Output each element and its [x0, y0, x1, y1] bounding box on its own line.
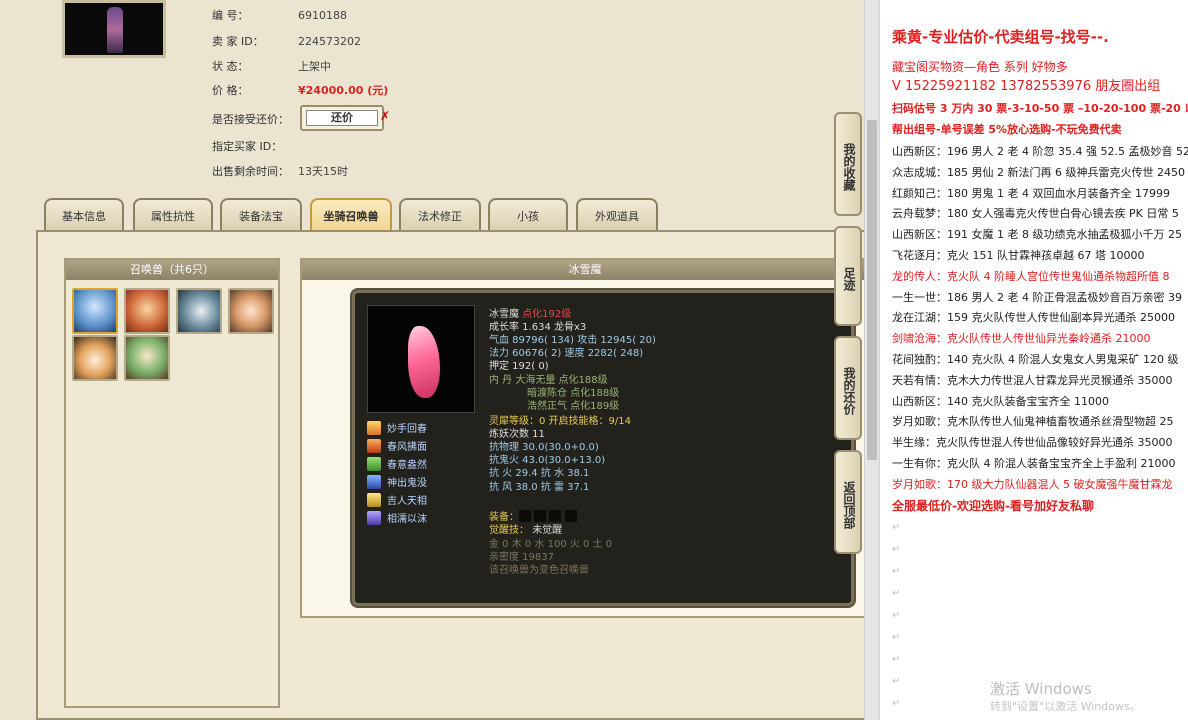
my-favorites-button[interactable]: 我的收藏: [834, 112, 862, 216]
designated-buyer: 指定买家 ID：: [212, 140, 283, 153]
skill-item[interactable]: 相濡以沫: [367, 511, 427, 528]
ad-list-item: 山西新区：140 克火队装备宝宝齐全 11000: [892, 394, 1109, 408]
ad-notes-panel: 乘黄-专业估价-代卖组号-找号--. 藏宝阁买物资—角色 系列 好物多 V 15…: [878, 0, 1188, 720]
remaining-time: 出售剩余时间： 13天15时: [212, 165, 348, 178]
bargain-label: 是否接受还价：: [212, 113, 289, 126]
scrollbar-thumb[interactable]: [867, 120, 877, 460]
skill-icon: [367, 493, 381, 507]
skill-item[interactable]: 吉人天相: [367, 493, 427, 510]
pet-res-fire-water: 抗 火 29.4 抗 水 38.1: [489, 468, 590, 479]
tab-child[interactable]: 小孩: [488, 198, 568, 232]
skill-item[interactable]: 春意盎然: [367, 457, 427, 474]
pet-thumb-3[interactable]: [176, 288, 222, 334]
listing-status: 状 态： 上架中: [212, 60, 331, 73]
windows-activation-hint: 转到"设置"以激活 Windows。: [990, 700, 1141, 713]
ad-list-item: 一生有你：克火队 4 阶混人装备宝宝齐全上手盈利 21000: [892, 457, 1176, 470]
pet-thumb-1[interactable]: [72, 288, 118, 334]
footprint-button[interactable]: 足迹: [834, 226, 862, 326]
skill-icon: [367, 511, 381, 525]
pet-thumb-5[interactable]: [72, 335, 118, 381]
pet-equip: 装备：: [489, 510, 577, 524]
pet-core-2: 暗渡陈仓 点化188级: [527, 388, 620, 399]
tab-equipment[interactable]: 装备法宝: [220, 198, 302, 232]
ad-list-item: 花间独酌：140 克火队 4 阶混人女鬼女人男鬼采矿 120 级: [892, 353, 1179, 366]
ad-price-line: 扫码估号 3 万内 30 票-3-10-50 票 –10-20-100 票-20…: [892, 102, 1188, 115]
pet-list-title: 召唤兽（共6只）: [66, 260, 278, 280]
ad-phone-line: V 15225921182 13782553976 朋友圈出组: [892, 79, 1161, 94]
pet-note: 该召唤兽为变色召唤兽: [489, 565, 589, 576]
pet-detail-title: 冰雪魔: [302, 260, 868, 280]
pet-name-line: 冰雪魔 点化192级: [489, 309, 572, 320]
ad-line-2: 藏宝阁买物资—角色 系列 好物多: [892, 60, 1068, 74]
seller-id: 卖 家 ID： 224573202: [212, 35, 361, 48]
skill-item[interactable]: 春风拂面: [367, 439, 427, 456]
ad-list-item: 天若有情：克木大力传世混人甘霖龙异光灵猴通杀 35000: [892, 373, 1173, 387]
close-icon: ✗: [379, 109, 390, 123]
listing-page: 编 号： 6910188 卖 家 ID： 224573202 状 态： 上架中 价 格…: [0, 0, 870, 720]
listing-number: 编 号： 6910188: [212, 9, 347, 22]
tab-attributes[interactable]: 属性抗性: [133, 198, 213, 232]
ad-headline: 乘黄-专业估价-代卖组号-找号--.: [892, 28, 1109, 46]
tab-spell-mods[interactable]: 法术修正: [399, 198, 481, 232]
ad-footer: 全服最低价-欢迎选购-看号加好友私聊: [892, 499, 1094, 513]
pet-growth: 成长率 1.634 龙骨x3: [489, 322, 587, 333]
ad-list-item: 山西新区：191 女魔 1 老 8 级功绩克水抽孟极狐小千万 25: [892, 228, 1182, 242]
pet-seal: 押定 192( 0): [489, 361, 549, 372]
pet-train-count: 炼妖次数 11: [489, 429, 545, 440]
pet-hp-attack: 气血 89796( 134) 攻击 12945( 20): [489, 335, 656, 346]
pet-spirit: 灵犀等级：0 开启技能格：9/14: [489, 416, 631, 427]
pet-res-wind-thunder: 抗 风 38.0 抗 雷 37.1: [489, 482, 590, 493]
pet-intimacy: 亲密度 19837: [489, 552, 554, 563]
bargain-button[interactable]: 还价 ✗: [300, 105, 390, 131]
ad-list-item: 众志成城：185 男仙 2 新法门再 6 级神兵雷克火传世 2450: [892, 165, 1185, 179]
pet-elements: 金 0 木 0 水 100 火 0 土 0: [489, 539, 613, 550]
my-bargains-button[interactable]: 我的还价: [834, 336, 862, 440]
pet-thumb-2[interactable]: [124, 288, 170, 334]
skill-item[interactable]: 神出鬼没: [367, 475, 427, 492]
back-to-top-button[interactable]: 返回顶部: [834, 450, 862, 554]
pet-res-physical: 抗物理 30.0(30.0+0.0): [489, 442, 599, 453]
page-scrollbar[interactable]: [864, 0, 878, 720]
tab-appearance[interactable]: 外观道具: [576, 198, 658, 232]
ad-list-item: 龙的传人：克火队 4 阶睡人宫位传世鬼仙通杀物超所值 8: [892, 269, 1170, 283]
ad-list-item: 云舟载梦：180 女人强毒克火传世白骨心镜去疾 PK 日常 5: [892, 207, 1179, 221]
skill-icon: [367, 457, 381, 471]
pet-mp-speed: 法力 60676( 2) 速度 2282( 248): [489, 348, 644, 359]
pet-info-card: 冰雪魔 点化192级 成长率 1.634 龙骨x3 气血 89796( 134)…: [352, 290, 854, 606]
ad-list-item: 半生缘：克火队传世混人传世仙品像较好异光通杀 35000: [892, 436, 1173, 450]
pet-core-1: 内 丹 大海无量 点化188级: [489, 375, 608, 386]
pet-core-3: 浩然正气 点化189级: [527, 401, 620, 412]
character-portrait: [62, 0, 166, 58]
skill-icon: [367, 421, 381, 435]
ad-service-line: 帮出组号-单号误差 5%放心选购-不玩免费代卖: [892, 123, 1122, 136]
ad-list-item: 飞花逐月：克火 151 队甘霖神孩卓越 67 塔 10000: [892, 249, 1145, 262]
pet-awaken: 觉醒技： 未觉醒: [489, 525, 563, 536]
ad-list-item: 岁月如歌：170 级大力队仙器混人 5 破女魔强牛魔甘霖龙: [892, 477, 1173, 491]
ad-list-item: 岁月如歌：克木队传世人仙鬼神植畜牧通杀丝滑型物超 25: [892, 415, 1174, 429]
windows-activation-title: 激活 Windows: [990, 680, 1092, 698]
ad-list-item: 剑啸沧海：克火队传世人传世仙异光秦岭通杀 21000: [892, 332, 1151, 346]
skill-icon: [367, 475, 381, 489]
pet-res-ghost-fire: 抗鬼火 43.0(30.0+13.0): [489, 455, 606, 466]
skill-icon: [367, 439, 381, 453]
ad-list-item: 一生一世：186 男人 2 老 4 阶正骨混孟极妙音百万亲密 39: [892, 290, 1182, 304]
tab-basic-info[interactable]: 基本信息: [44, 198, 124, 232]
ad-list-item: 红颜知己：180 男鬼 1 老 4 双回血水月装备齐全 17999: [892, 186, 1170, 200]
pet-thumb-4[interactable]: [228, 288, 274, 334]
ad-list-item: 龙在江湖：159 克火队传世人传世仙副本异光通杀 25000: [892, 311, 1175, 325]
tab-mount-pets[interactable]: 坐骑召唤兽: [310, 198, 392, 232]
ad-list-item: 山西新区：196 男人 2 老 4 阶忽 35.4 强 52.5 孟极妙音 52…: [892, 145, 1188, 158]
pet-image: [367, 305, 475, 413]
listing-price: 价 格： ¥24000.00 (元): [212, 84, 389, 97]
skill-item[interactable]: 妙手回春: [367, 421, 427, 438]
pet-thumb-6[interactable]: [124, 335, 170, 381]
